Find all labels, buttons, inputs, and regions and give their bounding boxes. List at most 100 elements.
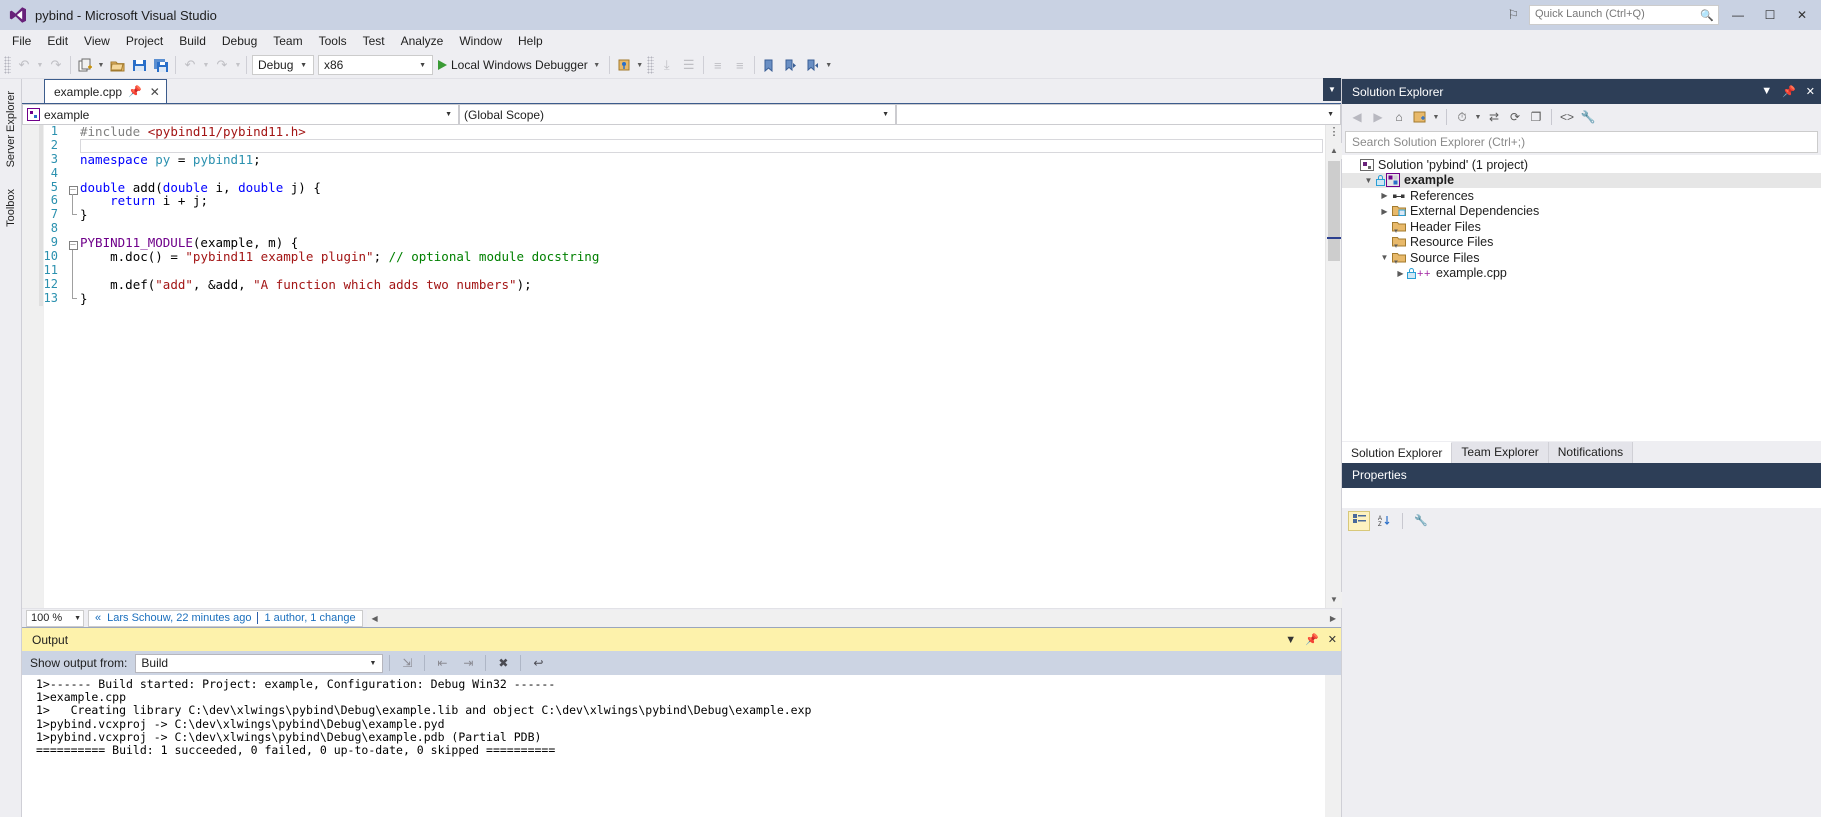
fold-margin[interactable] [66,167,80,181]
scrollbar-thumb[interactable] [1328,161,1340,261]
code-lens-blame[interactable]: « Lars Schouw, 22 minutes ago 1 author, … [88,609,363,627]
fold-margin[interactable]: – [66,181,80,195]
save-icon[interactable] [128,54,150,76]
quick-launch-input[interactable]: Quick Launch (Ctrl+Q) 🔍 [1529,5,1719,25]
menu-team[interactable]: Team [265,31,310,51]
tab-solution-explorer[interactable]: Solution Explorer [1342,441,1453,463]
close-icon[interactable]: ✕ [1328,633,1337,646]
redo-icon[interactable]: ↷ [211,54,233,76]
menu-test[interactable]: Test [355,31,393,51]
scroll-up-icon[interactable]: ▲ [1326,143,1342,159]
member-scope-combo[interactable]: (Global Scope) ▼ [459,104,896,125]
chevron-down-icon[interactable]: ▼ [1285,634,1296,646]
close-icon[interactable]: ✕ [148,85,162,99]
blame-author-link[interactable]: Lars Schouw, 22 minutes ago [107,612,251,624]
previous-bookmark-icon[interactable] [802,54,824,76]
tree-item-solution-pybind-1-project[interactable]: Solution 'pybind' (1 project) [1342,157,1821,173]
attach-dropdown-icon[interactable]: ▼ [635,62,645,69]
toolbar-overflow-icon[interactable]: ▼ [824,62,834,69]
pin-icon[interactable]: 📌 [1782,85,1796,98]
tree-item-external-dependencies[interactable]: ▶ External Dependencies [1342,204,1821,220]
close-icon[interactable]: ✕ [1806,85,1815,98]
tree-item-references[interactable]: ▶ References [1342,188,1821,204]
tree-item-header-files[interactable]: Header Files [1342,219,1821,235]
undo-dropdown-icon[interactable]: ▼ [201,62,211,69]
undo-icon[interactable]: ↶ [179,54,201,76]
output-body[interactable]: 1>------ Build started: Project: example… [22,675,1341,817]
fold-margin[interactable] [66,250,80,264]
zoom-level-combo[interactable]: 100 % ▼ [26,609,84,627]
menu-debug[interactable]: Debug [214,31,265,51]
menu-help[interactable]: Help [510,31,551,51]
menu-edit[interactable]: Edit [39,31,76,51]
tree-item-resource-files[interactable]: Resource Files [1342,235,1821,251]
start-debugging-button[interactable]: Local Windows Debugger ▼ [435,54,606,76]
fold-margin[interactable] [66,291,80,306]
expander-collapsed-icon[interactable]: ▶ [1378,207,1391,216]
expander-collapsed-icon[interactable]: ▶ [1394,269,1407,278]
collapse-region-icon[interactable]: – [68,185,78,195]
chevron-down-icon[interactable]: ▼ [1761,85,1772,98]
minimize-button[interactable]: — [1725,8,1751,22]
tree-item-example[interactable]: ▼ example [1342,172,1821,188]
fold-margin[interactable] [66,222,80,236]
properties-grid[interactable] [1342,533,1821,817]
function-scope-combo[interactable]: ▼ [896,104,1341,125]
collapse-all-icon[interactable]: ❐ [1526,107,1546,127]
feedback-flag-icon[interactable]: ⚐ [1507,7,1519,23]
fold-margin[interactable]: – [66,236,80,251]
pending-changes-dropdown-icon[interactable]: ▼ [1431,107,1441,127]
outdent-icon[interactable]: ≡ [729,54,751,76]
expander-collapsed-icon[interactable]: ▶ [1378,191,1391,200]
comment-selection-icon[interactable]: ☰ [678,54,700,76]
tab-team-explorer[interactable]: Team Explorer [1452,441,1549,463]
next-bookmark-icon[interactable] [780,54,802,76]
navigate-forward-icon[interactable]: ↷ [45,54,67,76]
sidebar-item-server-explorer[interactable]: Server Explorer [3,87,19,171]
tab-example-cpp[interactable]: example.cpp 📌 ✕ [44,79,167,103]
menu-analyze[interactable]: Analyze [393,31,452,51]
toolbar-grip[interactable] [4,56,11,74]
open-file-icon[interactable] [106,54,128,76]
fold-margin[interactable] [66,139,80,153]
solution-explorer-tree[interactable]: Solution 'pybind' (1 project) ▼ example ▶ Re… [1342,155,1821,441]
menu-tools[interactable]: Tools [311,31,355,51]
pending-changes-filter-icon[interactable] [1410,107,1430,127]
home-icon[interactable]: ⌂ [1389,107,1409,127]
tab-list-dropdown-icon[interactable]: ▼ [1323,78,1341,101]
sync-with-active-document-icon[interactable]: ⇄ [1484,107,1504,127]
expander-expanded-icon[interactable]: ▼ [1362,176,1375,185]
new-project-dropdown-icon[interactable]: ▼ [96,62,106,69]
redo-dropdown-icon[interactable]: ▼ [233,62,243,69]
output-source-combo[interactable]: Build ▼ [135,653,384,673]
menu-file[interactable]: File [4,31,39,51]
menu-window[interactable]: Window [451,31,510,51]
attach-to-process-icon[interactable] [613,54,635,76]
indent-icon[interactable]: ≡ [707,54,729,76]
tab-notifications[interactable]: Notifications [1548,441,1634,463]
menu-project[interactable]: Project [118,31,171,51]
go-to-previous-message-icon[interactable]: ⇤ [431,652,453,674]
project-scope-combo[interactable]: example ▼ [22,104,459,125]
tree-item-source-files[interactable]: ▼ Source Files [1342,250,1821,266]
sidebar-item-toolbox[interactable]: Toolbox [3,185,19,231]
menu-view[interactable]: View [76,31,118,51]
maximize-button[interactable]: ☐ [1757,8,1783,22]
fold-margin[interactable] [66,263,80,278]
alphabetical-sort-icon[interactable]: A Z [1373,511,1395,531]
menu-build[interactable]: Build [171,31,214,51]
fold-margin[interactable] [66,125,80,139]
editor-vertical-scrollbar[interactable]: ⋮ ▲ ▼ [1325,125,1342,608]
expander-expanded-icon[interactable]: ▼ [1378,253,1391,262]
navigate-back-dropdown-icon[interactable]: ▼ [35,62,45,69]
go-to-next-message-icon[interactable]: ⇥ [457,652,479,674]
tree-item-example-cpp[interactable]: ▶ + + example.cpp [1342,266,1821,282]
clear-all-icon[interactable]: ✖ [492,652,514,674]
show-history-dropdown-icon[interactable]: ▼ [1473,107,1483,127]
properties-object-selector[interactable] [1342,487,1821,508]
scroll-left-icon[interactable]: ◀ [366,609,383,627]
editor-split-handle[interactable]: ⋮ [1327,125,1341,141]
pin-icon[interactable]: 📌 [1305,633,1319,646]
fold-margin[interactable] [66,208,80,222]
navigate-back-icon[interactable]: ↶ [13,54,35,76]
